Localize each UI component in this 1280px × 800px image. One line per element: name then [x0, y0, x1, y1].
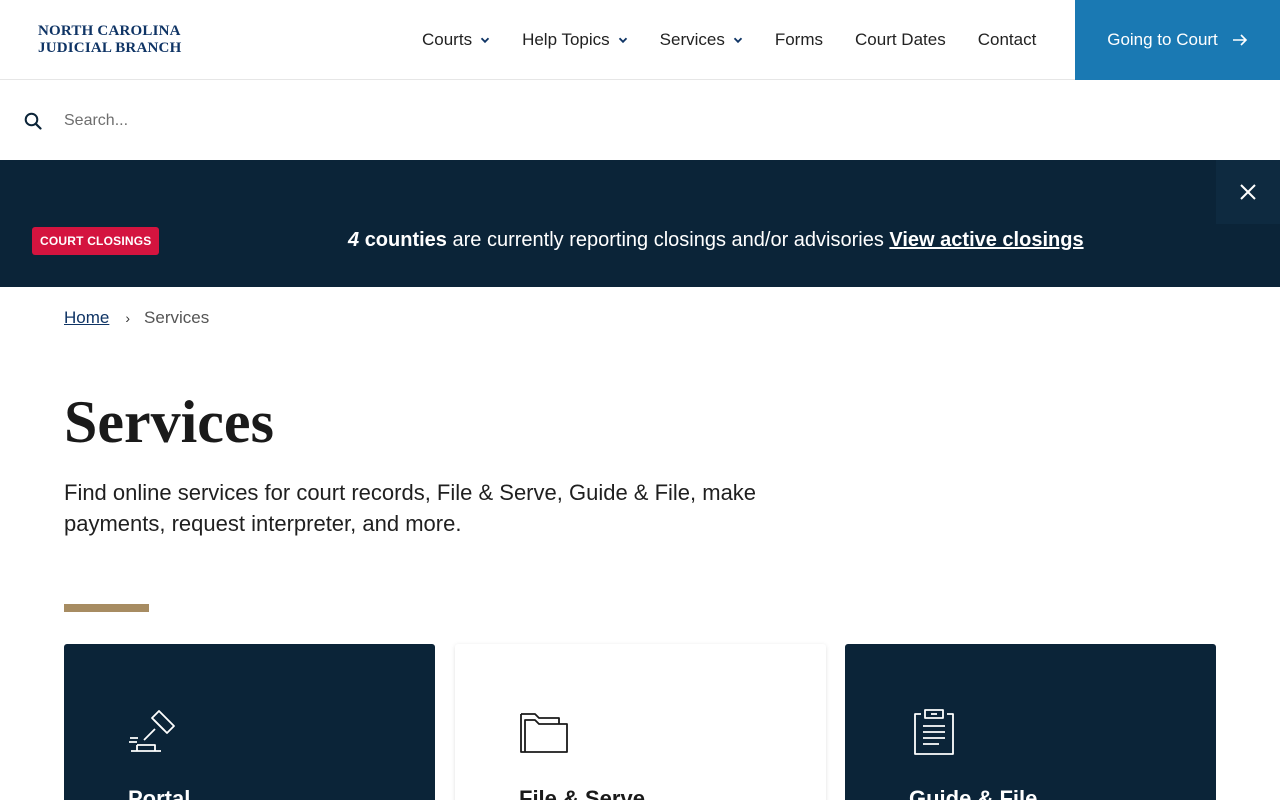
- search-input[interactable]: [64, 107, 1244, 135]
- nav-item-services[interactable]: Services: [660, 30, 743, 50]
- alert-message: 4 counties are currently reporting closi…: [348, 226, 1084, 254]
- going-to-court-label: Going to Court: [1107, 30, 1218, 49]
- nav-label: Forms: [774, 30, 824, 49]
- page-title: Services: [64, 389, 274, 455]
- site-header: NORTH CAROLINA JUDICIAL BRANCH Courts He…: [0, 0, 1280, 80]
- search-bar: [0, 81, 1280, 160]
- closings-counties: counties: [364, 229, 447, 251]
- nav-label: Courts: [422, 30, 473, 49]
- view-active-closings-link[interactable]: View active closings: [889, 229, 1083, 251]
- service-card-file-serve[interactable]: File & Serve: [455, 644, 826, 800]
- gavel-icon: [129, 710, 175, 752]
- site-logo[interactable]: NORTH CAROLINA JUDICIAL BRANCH: [38, 23, 181, 57]
- service-card-portal[interactable]: Portal: [64, 644, 435, 800]
- going-to-court-button[interactable]: Going to Court: [1075, 0, 1280, 80]
- chevron-down-icon: [480, 37, 490, 44]
- close-alert-button[interactable]: [1216, 160, 1280, 224]
- clipboard-icon: [914, 709, 954, 755]
- accent-divider: [64, 604, 149, 612]
- main-nav: Courts Help Topics Services Forms Court …: [422, 0, 1036, 80]
- nav-label: Contact: [977, 30, 1037, 49]
- nav-item-court-dates[interactable]: Court Dates: [855, 30, 946, 50]
- breadcrumb-current: Services: [144, 308, 210, 327]
- page-description: Find online services for court records, …: [64, 480, 757, 536]
- breadcrumb-home-link[interactable]: Home: [64, 308, 109, 328]
- logo-line-1: NORTH CAROLINA: [38, 23, 181, 39]
- court-closings-badge: COURT CLOSINGS: [32, 227, 160, 255]
- nav-label: Help Topics: [522, 30, 610, 49]
- arrow-right-icon: [1232, 34, 1247, 46]
- folder-icon: [520, 713, 568, 753]
- nav-item-contact[interactable]: Contact: [978, 30, 1037, 50]
- close-icon: [1240, 184, 1256, 200]
- card-title: File & Serve: [519, 786, 645, 800]
- card-title: Portal: [128, 786, 191, 800]
- breadcrumb: Home › Services: [64, 308, 209, 328]
- nav-item-help-topics[interactable]: Help Topics: [522, 30, 628, 50]
- nav-item-courts[interactable]: Courts: [422, 30, 490, 50]
- nav-label: Court Dates: [855, 30, 946, 49]
- nav-item-forms[interactable]: Forms: [775, 30, 823, 50]
- chevron-down-icon: [618, 37, 627, 44]
- alert-message-text: are currently reporting closings and/or …: [452, 229, 884, 251]
- chevron-right-icon: ›: [125, 310, 131, 326]
- closings-count: 4: [348, 229, 360, 251]
- chevron-down-icon: [733, 37, 742, 44]
- court-closings-alert: [0, 160, 1280, 287]
- search-icon[interactable]: [24, 112, 42, 130]
- card-title: Guide & File: [909, 786, 1038, 800]
- logo-line-2: JUDICIAL BRANCH: [38, 40, 182, 56]
- service-card-guide-file[interactable]: Guide & File: [845, 644, 1216, 800]
- nav-label: Services: [659, 30, 725, 49]
